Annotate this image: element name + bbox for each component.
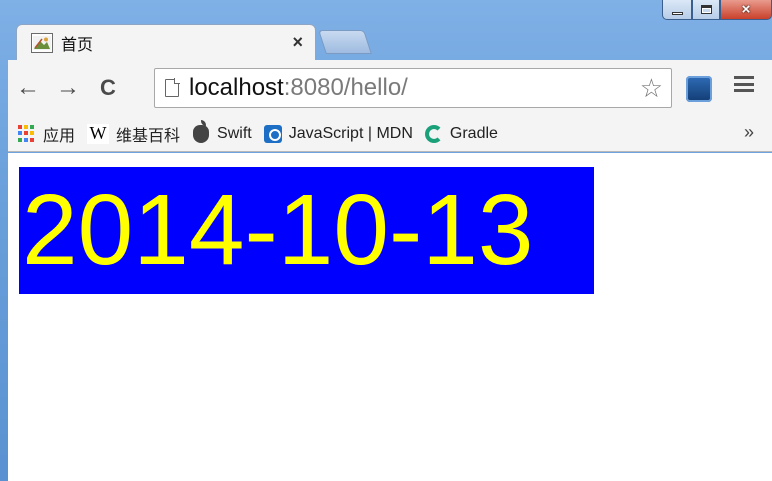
maximize-icon — [700, 5, 712, 14]
menu-icon[interactable] — [734, 74, 754, 92]
bookmark-wikipedia[interactable]: W 维基百科 — [87, 122, 180, 146]
bookmark-label: JavaScript | MDN — [288, 124, 413, 142]
address-bar[interactable]: localhost:8080/hello/ ☆ — [154, 68, 672, 108]
tab-active[interactable]: 首页 × — [16, 24, 316, 60]
url-host: localhost — [189, 74, 284, 101]
back-icon[interactable]: ← — [8, 74, 48, 102]
window-caption-buttons: × — [662, 0, 772, 20]
reload-icon[interactable]: C — [88, 75, 128, 101]
minimize-icon — [671, 11, 683, 15]
bookmark-label: 应用 — [43, 127, 76, 145]
bookmarks-overflow-icon[interactable]: » — [744, 122, 754, 143]
maximize-button[interactable] — [692, 0, 720, 20]
extension-icon[interactable] — [686, 76, 712, 102]
image-icon — [31, 32, 53, 53]
bookmark-label: Swift — [217, 124, 252, 142]
tab-title: 首页 — [61, 36, 94, 54]
close-window-button[interactable]: × — [720, 0, 772, 20]
bookmark-apps[interactable]: 应用 — [18, 122, 75, 146]
mdn-icon — [263, 124, 282, 143]
bookmark-label: Gradle — [449, 124, 498, 142]
page-icon — [165, 78, 180, 97]
bookmark-gradle[interactable]: Gradle — [424, 124, 498, 143]
apps-grid-icon — [18, 124, 36, 143]
bookmark-label: 维基百科 — [116, 127, 181, 145]
browser-toolbar: ← → C localhost:8080/hello/ ☆ — [8, 60, 772, 116]
page-viewport: 2014-10-13 — [8, 153, 772, 481]
bookmark-swift[interactable]: Swift — [192, 119, 252, 143]
forward-icon[interactable]: → — [48, 74, 88, 102]
url-text[interactable]: localhost:8080/hello/ — [189, 74, 408, 102]
apple-icon — [192, 119, 210, 143]
wikipedia-icon: W — [87, 123, 110, 144]
gradle-icon — [424, 124, 443, 143]
bookmark-star-icon[interactable]: ☆ — [640, 73, 663, 104]
new-tab-button[interactable] — [318, 30, 372, 54]
bookmarks-bar: 应用 W 维基百科 Swift JavaScript | MDN Gradle … — [8, 116, 772, 152]
close-icon: × — [741, 1, 751, 18]
minimize-button[interactable] — [662, 0, 692, 20]
url-path: :8080/hello/ — [283, 74, 408, 101]
bookmark-mdn[interactable]: JavaScript | MDN — [263, 124, 413, 143]
window-frame: × 首页 × ← → C localhost:8080/hello/ ☆ 应用 … — [0, 0, 772, 481]
tab-close-icon[interactable]: × — [292, 32, 303, 53]
date-display: 2014-10-13 — [19, 167, 594, 294]
